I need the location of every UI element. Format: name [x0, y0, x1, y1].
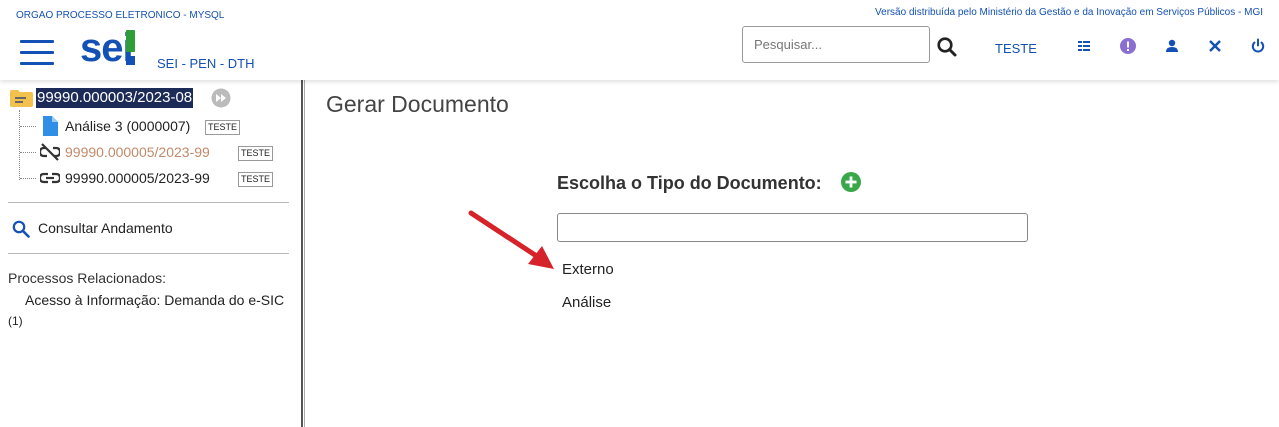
search-input[interactable] — [742, 26, 930, 63]
tools-icon[interactable] — [1207, 38, 1223, 54]
power-icon[interactable] — [1250, 38, 1266, 54]
unit-selector[interactable]: TESTE — [995, 41, 1037, 56]
tree-item-label[interactable]: Análise 3 (0000007) — [65, 116, 190, 136]
unit-tag: TESTE — [238, 172, 274, 187]
top-bar: ORGAO PROCESSO ELETRONICO - MYSQL Versão… — [0, 0, 1279, 80]
logo-exclamation-icon — [126, 30, 135, 65]
consult-label[interactable]: Consultar Andamento — [38, 218, 173, 238]
folder-icon — [10, 90, 33, 107]
org-name: ORGAO PROCESSO ELETRONICO - MYSQL — [16, 10, 225, 21]
divider — [8, 202, 289, 203]
tree-connector — [19, 110, 21, 180]
tree-item-label[interactable]: 99990.000005/2023-99 — [65, 142, 210, 162]
tree-connector — [20, 152, 36, 154]
document-type-option[interactable]: Externo — [562, 261, 614, 278]
process-tree-panel: 99990.000003/2023-08 Análise 3 (0000007)… — [0, 80, 301, 427]
related-process-count: (1) — [8, 314, 23, 328]
tree-item-label[interactable]: 99990.000005/2023-99 — [65, 168, 210, 188]
document-icon — [43, 116, 58, 136]
alert-icon[interactable] — [1120, 38, 1136, 54]
search-icon — [12, 220, 30, 238]
document-type-option[interactable]: Análise — [562, 294, 611, 311]
page-title: Gerar Documento — [326, 91, 509, 117]
list-view-icon[interactable] — [1076, 38, 1092, 54]
process-number[interactable]: 99990.000003/2023-08 — [36, 88, 194, 108]
unit-tag: TESTE — [238, 146, 274, 161]
search-icon[interactable] — [936, 36, 958, 58]
link-icon — [40, 172, 60, 184]
related-process-item[interactable]: Acesso à Informação: Demanda do e-SIC — [25, 292, 284, 308]
unit-tag: TESTE — [205, 120, 241, 135]
panel-resize-handle[interactable] — [300, 80, 306, 427]
document-type-label: Escolha o Tipo do Documento: — [557, 173, 822, 193]
menu-icon[interactable] — [20, 40, 54, 66]
distribution-note: Versão distribuída pelo Ministério da Ge… — [875, 7, 1263, 18]
add-icon[interactable] — [841, 172, 861, 192]
divider — [8, 253, 289, 254]
unlink-icon — [40, 143, 60, 161]
document-type-filter-input[interactable] — [557, 213, 1028, 242]
tree-connector — [20, 126, 36, 128]
user-icon[interactable] — [1164, 38, 1180, 54]
tree-connector — [20, 178, 36, 180]
system-subtitle: SEI - PEN - DTH — [157, 56, 255, 71]
arrow-annotation-icon — [468, 210, 554, 269]
related-processes-heading: Processos Relacionados: — [8, 270, 166, 286]
fast-forward-icon[interactable] — [211, 88, 231, 108]
